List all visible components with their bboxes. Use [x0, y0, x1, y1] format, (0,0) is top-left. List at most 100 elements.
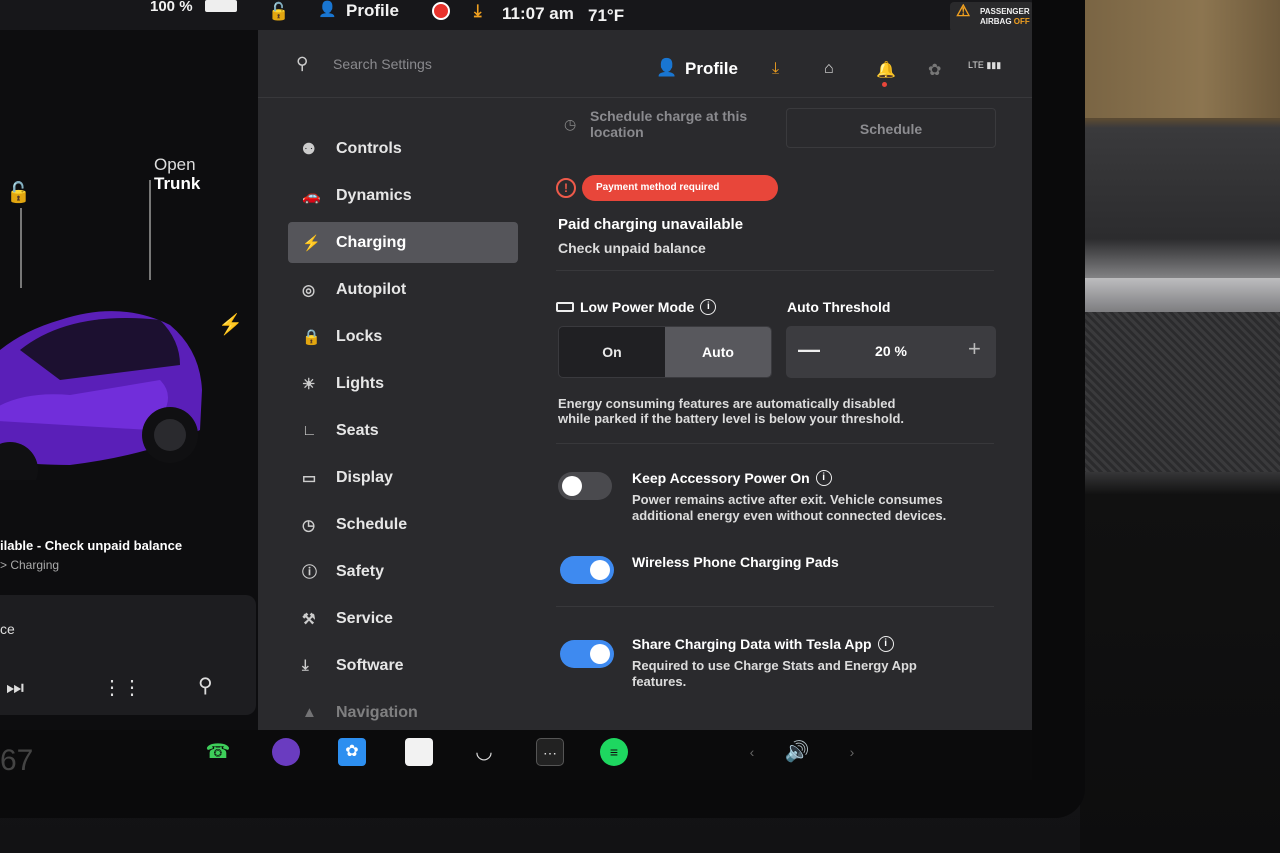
profile-icon[interactable]: 👤 [656, 58, 677, 78]
sidebar-item-safety[interactable]: ⓘ Safety [288, 548, 518, 595]
spotify-icon[interactable]: ≡ [600, 738, 628, 766]
share-charging-data-label: Share Charging Data with Tesla App [632, 636, 872, 652]
bluetooth-icon[interactable]: ✿ [928, 60, 941, 80]
low-power-mode-selector: On Auto [558, 326, 772, 378]
alert-circle-icon: ⓘ [302, 564, 318, 581]
open-trunk-label-1: Open [154, 155, 196, 174]
volume-icon[interactable]: 🔊 [783, 738, 811, 766]
charge-port-bolt-icon[interactable]: ⚡ [218, 312, 243, 337]
sidebar-item-controls[interactable]: ⚉ Controls [288, 125, 518, 172]
header-profile-label[interactable]: Profile [685, 59, 738, 79]
schedule-button[interactable]: Schedule [786, 108, 996, 148]
sidebar-item-display[interactable]: ▭ Display [288, 454, 518, 501]
search-input[interactable]: Search Settings [333, 56, 432, 72]
info-icon[interactable]: i [700, 299, 717, 315]
increment-button[interactable]: + [968, 336, 981, 362]
threshold-value: 20 % [875, 343, 907, 359]
threshold-stepper: — 20 % + [786, 326, 996, 378]
navigation-arrow-icon: ▲ [302, 704, 317, 721]
mode-option-auto[interactable]: Auto [665, 327, 771, 377]
lte-signal-icon: LTE ▮▮▮ [968, 60, 1002, 70]
energy-description: Energy consuming features are automatica… [558, 396, 988, 426]
wireless-charging-toggle[interactable] [560, 556, 614, 584]
profile-icon[interactable]: 👤 [318, 0, 337, 18]
divider [556, 443, 994, 444]
equalizer-icon[interactable]: ⋮⋮ [102, 675, 142, 700]
frunk-unlock-icon[interactable]: 🔓 [6, 180, 31, 205]
open-trunk-button[interactable]: Open Trunk [154, 155, 200, 193]
passenger-airbag-indicator: ⚠ PASSENGER AIRBAG OFF [950, 2, 1032, 32]
battery-percent: 100 % [150, 0, 193, 15]
divider [556, 270, 994, 271]
share-desc-line-2: features. [632, 674, 687, 689]
mode-option-on[interactable]: On [559, 327, 665, 377]
search-icon[interactable]: ⚲ [296, 54, 308, 74]
download-icon[interactable]: ⤓ [474, 1, 482, 21]
sidebar-item-label: Charging [336, 233, 407, 251]
volume-down-arrow-icon[interactable]: ‹ [738, 738, 766, 766]
wiper-icon[interactable]: ◡ [470, 738, 498, 766]
display-icon: ▭ [302, 469, 317, 487]
unlock-icon[interactable]: 🔓 [268, 2, 289, 22]
accessory-power-desc: Power remains active after exit. Vehicle… [632, 492, 992, 524]
accessory-power-label: Keep Accessory Power On [632, 470, 810, 486]
sidebar-item-label: Navigation [336, 703, 418, 721]
sidebar-item-label: Software [336, 656, 404, 674]
download-icon[interactable]: ⤓ [772, 60, 779, 78]
sidebar-item-label: Autopilot [336, 280, 407, 298]
payment-method-pill[interactable]: Payment method required [582, 175, 778, 201]
accessory-desc-line-2: additional energy even without connected… [632, 508, 947, 523]
sidebar-item-locks[interactable]: 🔒 Locks [288, 313, 518, 360]
car-visualization-panel: 🔓 Open Trunk ⚡ ilable - Check unpaid bal… [0, 30, 258, 730]
battery-icon [556, 302, 574, 312]
accessory-desc-line-1: Power remains active after exit. Vehicle… [632, 492, 943, 507]
media-search-icon[interactable]: ⚲ [198, 673, 213, 698]
info-icon[interactable]: i [815, 470, 832, 486]
accessory-power-title: Keep Accessory Power On i [632, 470, 832, 486]
sidebar-item-navigation[interactable]: ▲ Navigation [288, 689, 518, 736]
settings-panel: ⚲ Search Settings 👤 Profile ⤓ ⌂ 🔔 ✿ LTE … [258, 30, 1032, 730]
status-profile-label[interactable]: Profile [346, 1, 399, 21]
low-power-mode-label: Low Power Mode [580, 299, 695, 315]
share-desc-line-1: Required to use Charge Stats and Energy … [632, 658, 917, 673]
phone-icon[interactable]: ☎ [204, 738, 232, 766]
info-icon[interactable]: i [877, 636, 894, 652]
sidebar-item-charging[interactable]: ⚡ Charging [288, 222, 518, 263]
schedule-clock-icon: ◷ [564, 116, 577, 132]
status-bar: 100 % 🔓 👤 Profile ⤓ 11:07 am 71°F ⚠ PASS… [0, 0, 1032, 32]
accessory-power-toggle[interactable] [558, 472, 612, 500]
bell-icon[interactable]: 🔔 [876, 60, 896, 80]
sidebar-item-software[interactable]: ⤓ Software [288, 642, 518, 689]
sidebar-item-schedule[interactable]: ◷ Schedule [288, 501, 518, 548]
airbag-label-2: AIRBAG [980, 17, 1012, 26]
divider [556, 606, 994, 607]
airbag-icon: ⚠ [956, 3, 971, 20]
sidebar-item-seats[interactable]: ∟ Seats [288, 407, 518, 454]
sidebar-item-service[interactable]: ⚒ Service [288, 595, 518, 642]
notes-icon[interactable] [405, 738, 433, 766]
sidebar-item-label: Seats [336, 421, 379, 439]
share-charging-data-toggle[interactable] [560, 640, 614, 668]
sidebar-item-dynamics[interactable]: 🚗 Dynamics [288, 172, 518, 219]
settings-header: ⚲ Search Settings 👤 Profile ⤓ ⌂ 🔔 ✿ LTE … [258, 30, 1032, 98]
sun-icon: ☀ [302, 375, 316, 393]
lock-icon: 🔒 [302, 328, 321, 346]
sidebar-item-autopilot[interactable]: ◎ Autopilot [288, 266, 518, 313]
camera-icon[interactable] [272, 738, 300, 766]
car-status-subtext[interactable]: > Charging [0, 558, 59, 572]
next-track-icon[interactable]: ⏭ [6, 677, 24, 700]
sidebar-item-lights[interactable]: ☀ Lights [288, 360, 518, 407]
auto-threshold-title: Auto Threshold [787, 299, 891, 315]
app-dock: 67 ☎ ✿ ◡ ⋯ ≡ ‹ 🔊 › [0, 730, 1032, 780]
touchscreen: 100 % 🔓 👤 Profile ⤓ 11:07 am 71°F ⚠ PASS… [0, 0, 1032, 780]
sidebar-item-label: Display [336, 468, 393, 486]
dashcam-record-icon[interactable] [432, 2, 450, 20]
more-icon[interactable]: ⋯ [536, 738, 564, 766]
volume-up-arrow-icon[interactable]: › [838, 738, 866, 766]
bluetooth-icon[interactable]: ✿ [338, 738, 366, 766]
home-icon[interactable]: ⌂ [824, 60, 834, 78]
temperature: 71°F [588, 6, 625, 25]
sidebar-item-label: Locks [336, 327, 383, 345]
dashboard-trim [1082, 278, 1280, 312]
schedule-label-2: location [590, 124, 644, 140]
